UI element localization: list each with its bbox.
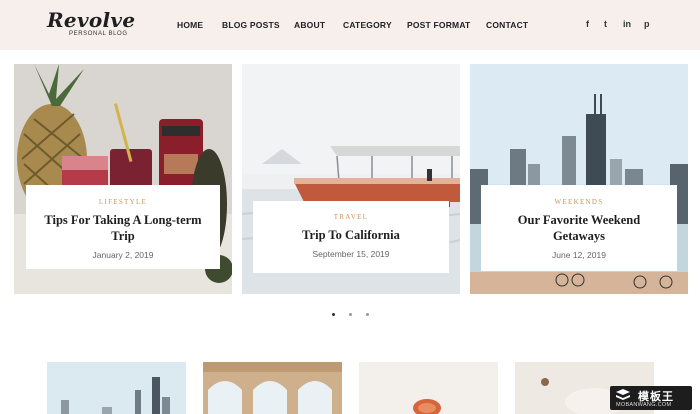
post-thumbnail[interactable] — [203, 362, 342, 414]
nav-post-format[interactable]: POST FORMAT — [407, 20, 470, 30]
nav-category[interactable]: CATEGORY — [343, 20, 392, 30]
post-category[interactable]: LIFESTYLE — [26, 198, 220, 206]
facebook-icon[interactable]: f — [586, 19, 589, 29]
slider-dot[interactable] — [366, 313, 369, 316]
post-date: June 12, 2019 — [552, 250, 606, 260]
linkedin-icon[interactable]: in — [623, 19, 631, 29]
pinterest-icon[interactable]: p — [644, 19, 650, 29]
twitter-icon[interactable]: t — [604, 19, 607, 29]
post-card-overlay: TRAVEL Trip To California September 15, … — [253, 201, 449, 273]
post-title-line: Our Favorite Weekend — [517, 213, 641, 227]
post-title[interactable]: Trip To California — [253, 227, 449, 243]
post-title-line: Tips For Taking A Long-term — [44, 213, 202, 227]
arches-thumbnail-image — [203, 362, 342, 414]
watermark-logo-icon — [616, 389, 630, 400]
post-title-line: Getaways — [552, 229, 606, 243]
watermark-url: MOBANWANG.COM — [616, 402, 672, 408]
post-thumbnail[interactable] — [47, 362, 186, 414]
post-card-travel[interactable]: TRAVEL Trip To California September 15, … — [242, 64, 460, 294]
post-title[interactable]: Our Favorite Weekend Getaways — [481, 212, 677, 244]
post-category[interactable]: WEEKENDS — [481, 198, 677, 206]
nav-home[interactable]: HOME — [177, 20, 203, 30]
skyline-thumbnail-image — [47, 362, 186, 414]
post-card-weekends[interactable]: WEEKENDS Our Favorite Weekend Getaways J… — [470, 64, 688, 294]
post-card-overlay: WEEKENDS Our Favorite Weekend Getaways J… — [481, 185, 677, 271]
fruit-thumbnail-image — [359, 362, 498, 414]
post-card-lifestyle[interactable]: LIFESTYLE Tips For Taking A Long-term Tr… — [14, 64, 232, 294]
post-title-line: Trip To California — [302, 228, 400, 242]
site-logo[interactable]: Revolve PERSONAL BLOG — [47, 10, 135, 37]
slider-dot-active[interactable] — [332, 313, 335, 316]
post-category[interactable]: TRAVEL — [253, 213, 449, 221]
post-date: January 2, 2019 — [92, 250, 154, 260]
site-header: Revolve PERSONAL BLOG HOME BLOG POSTS AB… — [0, 0, 700, 50]
site-watermark: 模板王 MOBANWANG.COM — [610, 386, 692, 410]
post-date: September 15, 2019 — [312, 249, 390, 259]
slider-dot[interactable] — [349, 313, 352, 316]
nav-contact[interactable]: CONTACT — [486, 20, 528, 30]
post-title-line: Trip — [111, 229, 135, 243]
logo-title: Revolve — [47, 8, 136, 32]
post-title[interactable]: Tips For Taking A Long-term Trip — [26, 212, 220, 244]
logo-subtitle: PERSONAL BLOG — [69, 31, 128, 37]
post-thumbnail[interactable] — [359, 362, 498, 414]
nav-blog-posts[interactable]: BLOG POSTS — [222, 20, 280, 30]
post-card-overlay: LIFESTYLE Tips For Taking A Long-term Tr… — [26, 185, 220, 269]
nav-about[interactable]: ABOUT — [294, 20, 325, 30]
